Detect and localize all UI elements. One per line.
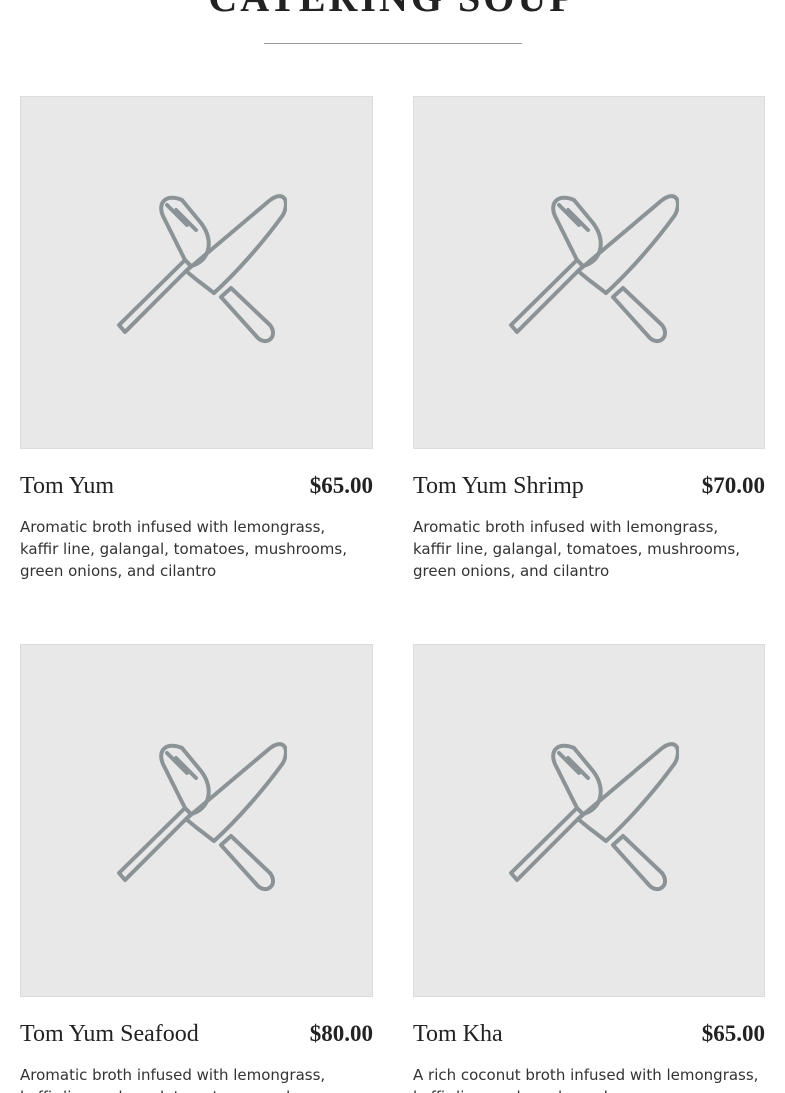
item-description: Aromatic broth infused with lemongrass, … — [413, 518, 740, 580]
fork-knife-icon — [509, 193, 679, 343]
item-header: Tom Yum $65.00 — [20, 473, 373, 500]
fork-knife-icon — [116, 741, 287, 891]
menu-grid: Tom Yum $65.00 Aromatic broth infused wi… — [20, 96, 765, 1093]
item-image-placeholder[interactable] — [20, 644, 373, 997]
item-image-placeholder[interactable] — [413, 644, 765, 997]
item-price: $80.00 — [309, 1021, 373, 1046]
item-price: $65.00 — [701, 1021, 765, 1046]
item-name: Tom Yum — [20, 473, 115, 499]
fork-knife-icon — [509, 741, 679, 891]
item-name: Tom Yum Seafood — [20, 1021, 199, 1047]
item-name: Tom Yum Shrimp — [413, 473, 584, 499]
item-price: $70.00 — [701, 473, 765, 498]
item-header: Tom Yum Seafood $80.00 — [20, 1021, 373, 1048]
fork-knife-icon — [116, 193, 287, 343]
item-image-placeholder[interactable] — [20, 96, 373, 449]
item-description: Aromatic broth infused with lemongrass, … — [20, 518, 347, 580]
section-title: CATERING SOUP — [0, 0, 785, 18]
item-description: A rich coconut broth infused with lemong… — [413, 1066, 759, 1093]
item-price: $65.00 — [309, 473, 373, 498]
title-divider — [264, 43, 522, 44]
item-description: Aromatic broth infused with lemongrass, … — [20, 1066, 347, 1093]
menu-item-card[interactable]: Tom Yum Seafood $80.00 Aromatic broth in… — [20, 644, 373, 1093]
menu-item-card[interactable]: Tom Yum Shrimp $70.00 Aromatic broth inf… — [413, 96, 765, 582]
menu-item-card[interactable]: Tom Kha $65.00 A rich coconut broth infu… — [413, 644, 765, 1093]
item-header: Tom Yum Shrimp $70.00 — [413, 473, 765, 500]
menu-item-card[interactable]: Tom Yum $65.00 Aromatic broth infused wi… — [20, 96, 373, 582]
item-image-placeholder[interactable] — [413, 96, 765, 449]
item-header: Tom Kha $65.00 — [413, 1021, 765, 1048]
item-name: Tom Kha — [413, 1021, 503, 1047]
